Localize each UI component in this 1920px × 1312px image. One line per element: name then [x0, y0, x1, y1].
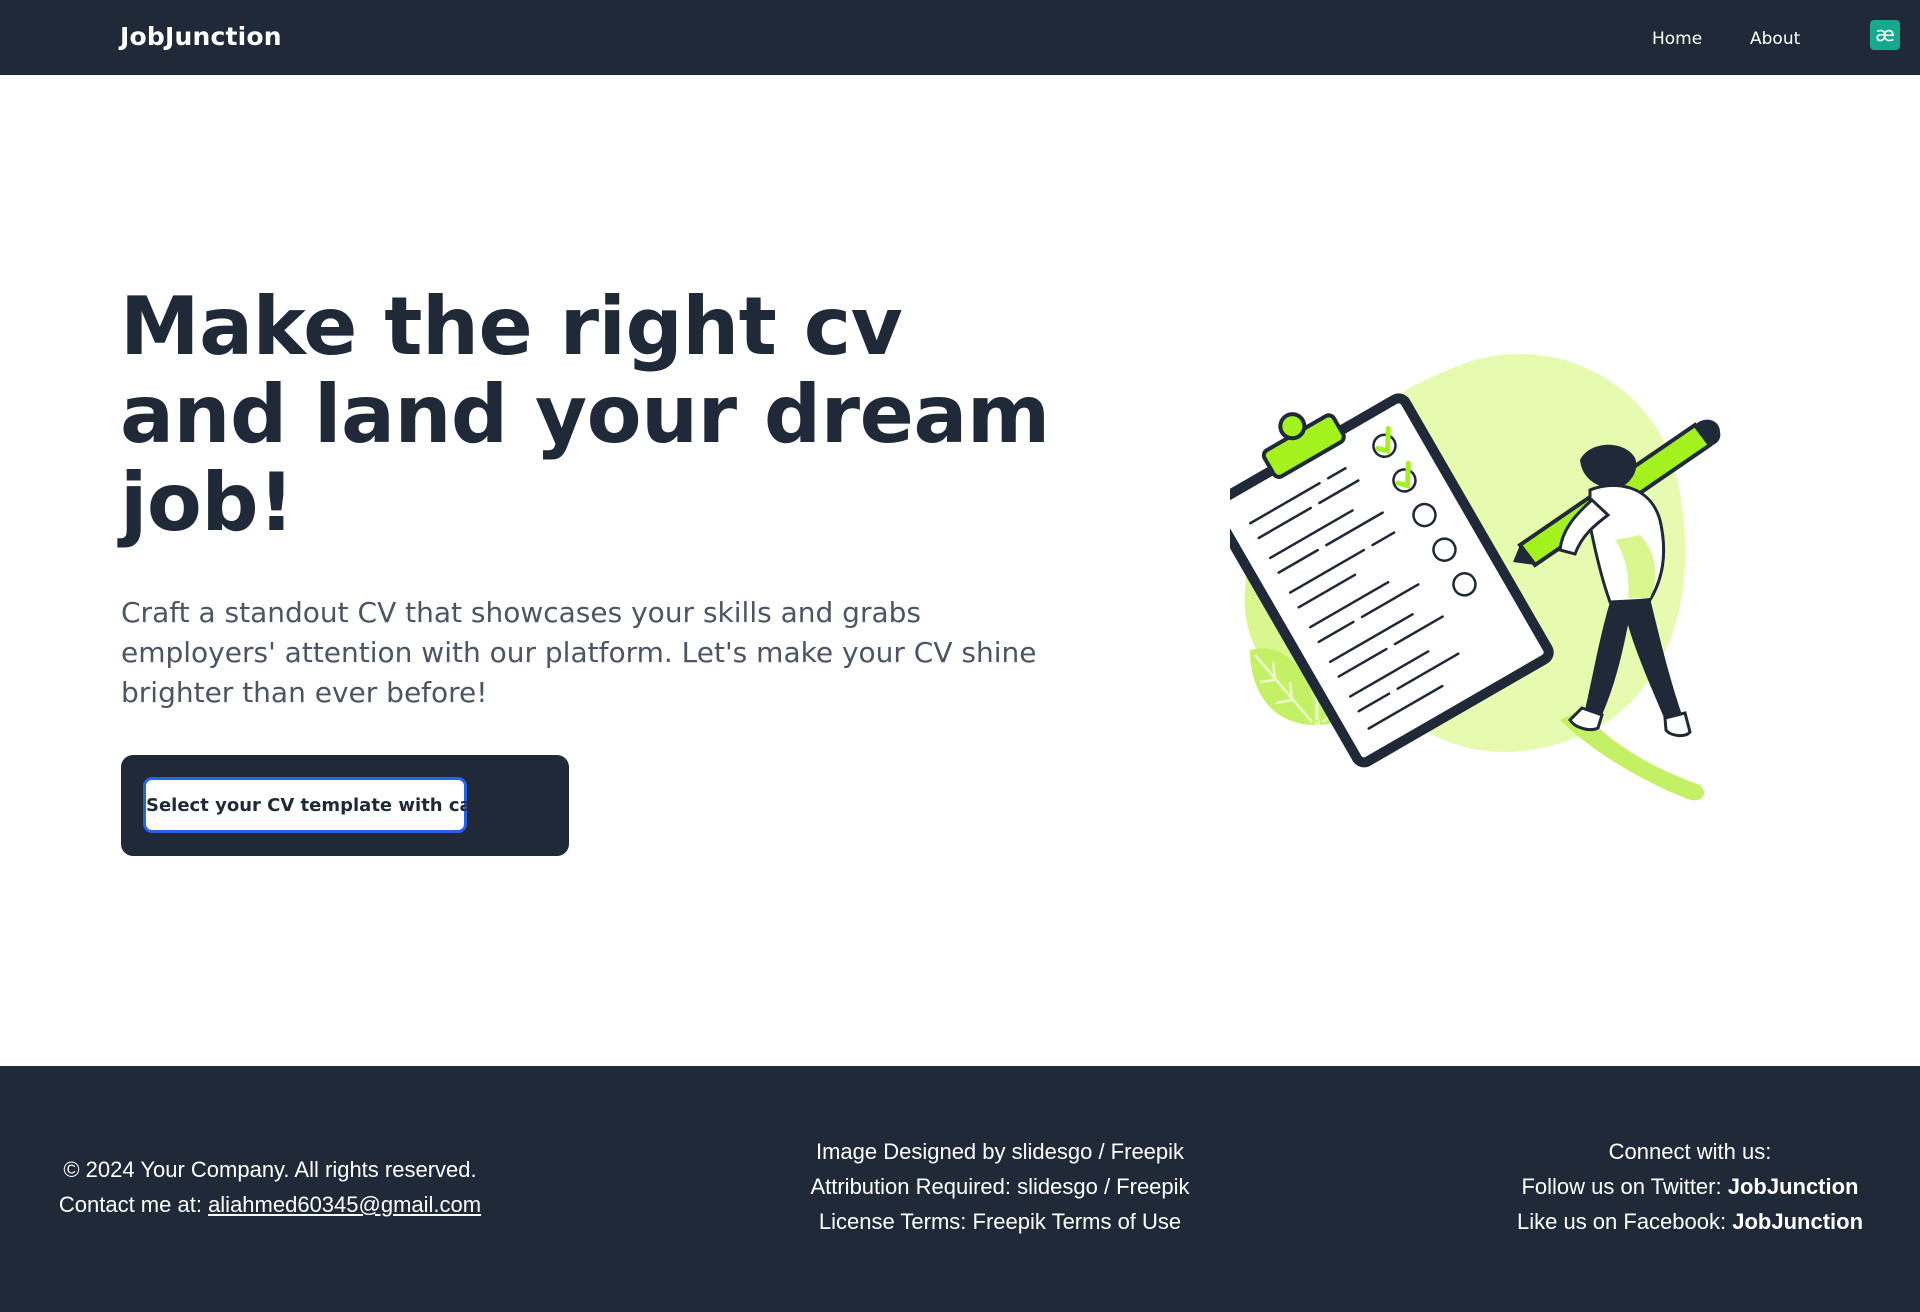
extension-badge-icon[interactable]: æ [1870, 20, 1900, 50]
footer-twitter-line: Follow us on Twitter: JobJunction [1450, 1169, 1920, 1204]
footer-contact: Contact me at: aliahmed60345@gmail.com [30, 1187, 510, 1222]
footer-credit-line-3: License Terms: Freepik Terms of Use [818, 1209, 1182, 1234]
footer-credit-line-2: Attribution Required: slidesgo / Freepik [810, 1174, 1190, 1199]
facebook-link[interactable]: JobJunction [1732, 1209, 1863, 1234]
nav-about-link[interactable]: About [1750, 29, 1800, 49]
top-navbar: JobJunction Home About æ [0, 0, 1920, 75]
cta-container: Select your CV template with care → [121, 755, 569, 856]
hero-subtitle: Craft a standout CV that showcases your … [121, 596, 1037, 709]
illustration-svg [1209, 353, 1721, 801]
footer-copyright: © 2024 Your Company. All rights reserved… [63, 1157, 477, 1182]
footer-facebook-line: Like us on Facebook: JobJunction [1450, 1204, 1920, 1239]
footer-credits-column: Image Designed by slidesgo / Freepik Att… [760, 1134, 1240, 1239]
hero-title-line-3: job! [120, 456, 295, 549]
twitter-link[interactable]: JobJunction [1728, 1174, 1859, 1199]
footer-social-column: Connect with us: Follow us on Twitter: J… [1450, 1134, 1920, 1239]
facebook-prefix: Like us on Facebook: [1516, 1209, 1733, 1234]
contact-email-link[interactable]: aliahmed60345@gmail.com [208, 1192, 481, 1217]
footer-connect-heading: Connect with us: [1608, 1139, 1772, 1164]
twitter-prefix: Follow us on Twitter: [1521, 1174, 1728, 1199]
footer: © 2024 Your Company. All rights reserved… [0, 1066, 1920, 1312]
footer-copyright-column: © 2024 Your Company. All rights reserved… [30, 1152, 510, 1222]
footer-credit-line-1: Image Designed by slidesgo / Freepik [815, 1139, 1185, 1164]
person-writing-on-clipboard-illustration [1209, 340, 1750, 810]
person-shoe-right [1663, 711, 1692, 738]
nav-home-link[interactable]: Home [1652, 29, 1702, 49]
select-cv-template-button[interactable]: Select your CV template with care → [143, 777, 514, 833]
hero-title-line-2: and land your dream [120, 368, 1050, 461]
brand-logo[interactable]: JobJunction [120, 22, 282, 51]
hero-title: Make the right cv and land your dream jo… [120, 283, 1080, 547]
hero-title-line-1: Make the right cv [120, 280, 903, 373]
footer-contact-prefix: Contact me at: [58, 1192, 209, 1217]
